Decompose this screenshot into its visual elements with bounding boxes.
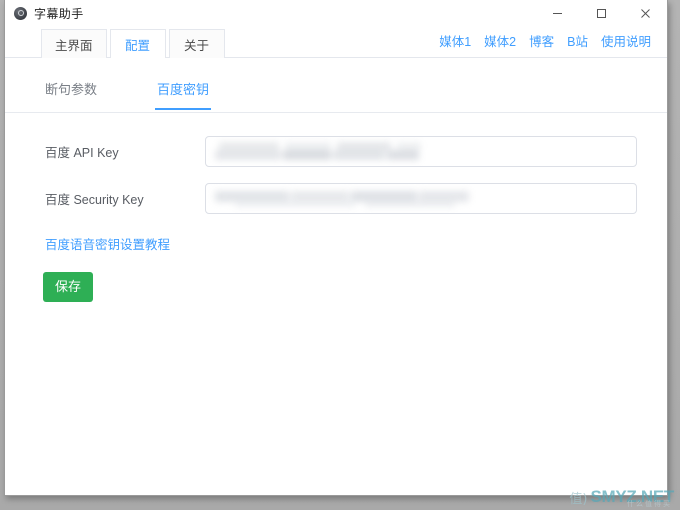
header-link-media2[interactable]: 媒体2 <box>484 31 516 50</box>
api-key-input[interactable] <box>205 136 637 167</box>
subtab-baidu-key-label: 百度密钥 <box>157 82 210 97</box>
sub-tab-divider <box>5 112 667 113</box>
tab-main[interactable]: 主界面 <box>41 29 107 58</box>
header-link-manual[interactable]: 使用说明 <box>601 31 651 50</box>
minimize-icon[interactable] <box>535 0 579 26</box>
header-link-blog[interactable]: 博客 <box>529 31 554 50</box>
form-row-security-key: 百度 Security Key <box>5 183 667 214</box>
title-bar: 字幕助手 <box>5 0 667 27</box>
security-key-redaction <box>215 188 473 208</box>
subtab-sentence-params[interactable]: 断句参数 <box>43 79 99 110</box>
tab-about[interactable]: 关于 <box>168 29 225 58</box>
api-key-label: 百度 API Key <box>45 146 119 160</box>
header-link-media1[interactable]: 媒体1 <box>439 31 471 50</box>
tab-config-label: 配置 <box>125 38 151 53</box>
subtab-sentence-params-label: 断句参数 <box>45 82 98 97</box>
tutorial-link-row: 百度语音密钥设置教程 <box>5 234 667 254</box>
close-icon[interactable] <box>623 0 667 26</box>
security-key-label: 百度 Security Key <box>45 193 144 207</box>
save-button[interactable]: 保存 <box>43 272 93 302</box>
baidu-tutorial-link[interactable]: 百度语音密钥设置教程 <box>45 238 170 252</box>
content-area: 断句参数 百度密钥 百度 API Key 百度 Security Key 百度语… <box>5 58 667 495</box>
config-form: 百度 API Key 百度 Security Key 百度语音密钥设置教程 保存 <box>5 114 667 302</box>
watermark-subtext: 什么值得买 <box>627 501 672 508</box>
sub-tab-strip: 断句参数 百度密钥 <box>5 58 667 113</box>
save-button-row: 保存 <box>5 272 667 302</box>
header-link-bilibili[interactable]: B站 <box>567 31 588 50</box>
tab-main-label: 主界面 <box>55 38 93 53</box>
desktop-background: 字幕助手 主界面 配置 关于 媒体1 媒体2 博客 B站 使用说明 断句参数 百… <box>0 0 680 510</box>
window-title: 字幕助手 <box>34 6 84 21</box>
maximize-icon[interactable] <box>579 0 623 26</box>
main-tab-strip: 主界面 配置 关于 媒体1 媒体2 博客 B站 使用说明 <box>5 27 667 58</box>
window-controls <box>535 0 667 26</box>
form-row-api-key: 百度 API Key <box>5 136 667 167</box>
header-links: 媒体1 媒体2 博客 B站 使用说明 <box>439 31 651 50</box>
security-key-input[interactable] <box>205 183 637 214</box>
tab-about-label: 关于 <box>184 38 210 53</box>
app-circle-icon <box>14 6 27 20</box>
subtab-baidu-key[interactable]: 百度密钥 <box>155 79 212 110</box>
api-key-redaction <box>215 141 425 161</box>
application-window: 字幕助手 主界面 配置 关于 媒体1 媒体2 博客 B站 使用说明 断句参数 百… <box>4 0 668 496</box>
tab-config[interactable]: 配置 <box>109 29 166 58</box>
